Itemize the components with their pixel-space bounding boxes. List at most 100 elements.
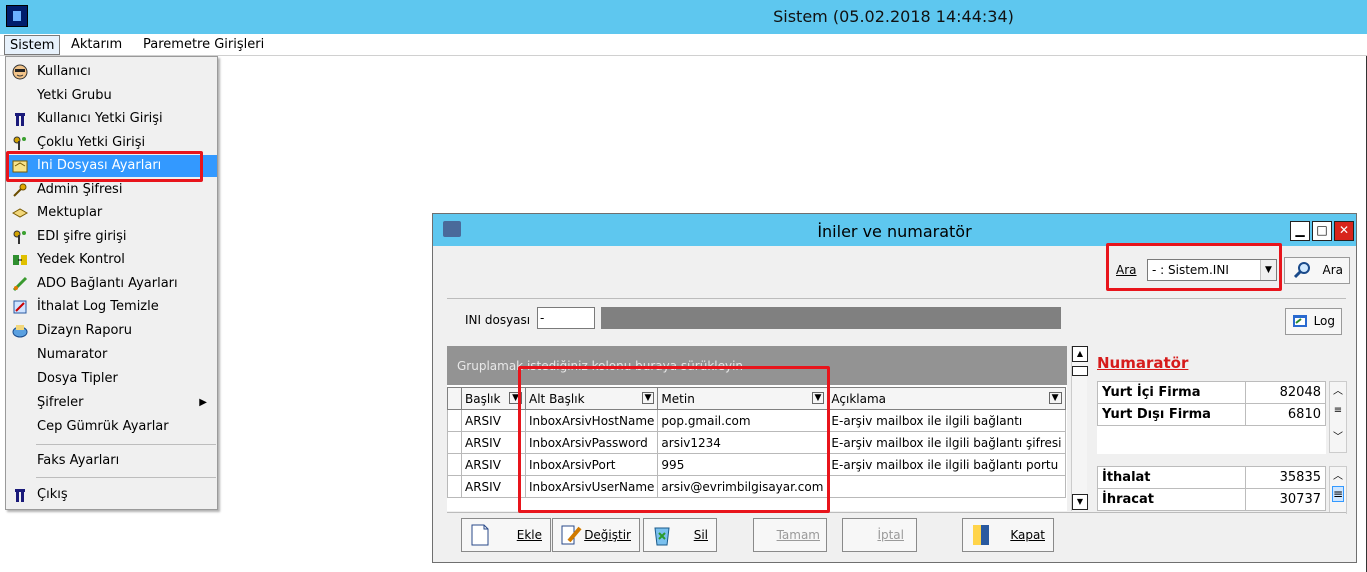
column-header-baslik[interactable]: Başlık ▼ <box>461 387 526 410</box>
filter-dropdown-icon[interactable]: ▼ <box>1048 391 1062 404</box>
numarator-label: Yurt İçi Firma <box>1097 381 1246 404</box>
group-by-panel[interactable]: Gruplamak istediğiniz kolonu buraya sürü… <box>447 346 1067 385</box>
cell-baslik[interactable]: ARSIV <box>461 431 526 454</box>
menu-item-dizayn-raporu[interactable]: Dizayn Raporu <box>7 320 217 342</box>
cell-baslik[interactable]: ARSIV <box>461 475 526 498</box>
menu-item-ado-baglanti-ayarlari[interactable]: ADO Bağlantı Ayarları <box>7 273 217 295</box>
row-indicator <box>447 475 462 498</box>
table-row[interactable]: Yurt İçi Firma 82048 <box>1097 381 1326 404</box>
cell-aciklama[interactable]: E-arşiv mailbox ile ilgili bağlantı şifr… <box>827 431 1066 454</box>
degistir-button[interactable]: Değiştir <box>552 518 640 552</box>
scroll-up-icon[interactable]: ▲ <box>1072 346 1088 362</box>
envelope-icon <box>11 205 29 221</box>
kapat-button[interactable]: Kapat <box>962 518 1054 552</box>
report-icon <box>12 323 28 339</box>
cell-alt-baslik[interactable]: InboxArsivUserName <box>524 475 659 498</box>
column-header-alt-baslik[interactable]: Alt Başlık ▼ <box>524 387 659 410</box>
ini-select-combo[interactable]: - : Sistem.INI ▼ <box>1147 259 1277 281</box>
cell-aciklama[interactable]: E-arşiv mailbox ile ilgili bağlantı port… <box>827 453 1066 476</box>
menu-item-edi-sifre-girisi[interactable]: EDI şifre girişi <box>7 226 217 248</box>
keys-icon <box>12 135 28 151</box>
log-button[interactable]: Log <box>1285 308 1342 335</box>
menu-item-cikis[interactable]: Çıkış <box>7 484 217 506</box>
cell-metin[interactable]: arsiv1234 <box>657 431 829 454</box>
sistem-dropdown-menu: Kullanıcı Yetki Grubu Kullanıcı Yetki Gi… <box>5 56 218 510</box>
menu-item-kullanici[interactable]: Kullanıcı <box>7 61 217 83</box>
menu-item-cep-gumruk-ayarlar[interactable]: Cep Gümrük Ayarlar <box>7 416 217 438</box>
table-row[interactable]: ARSIV InboxArsivHostName pop.gmail.com E… <box>447 409 1066 432</box>
chevron-up-icon[interactable]: ︿ <box>1330 467 1346 482</box>
child-titlebar: İniler ve numaratör ▁ □ ✕ <box>433 214 1356 246</box>
menu-sistem[interactable]: Sistem <box>4 35 61 55</box>
cell-aciklama[interactable]: E-arşiv mailbox ile ilgili bağlantı <box>827 409 1066 432</box>
menu-item-faks-ayarlari[interactable]: Faks Ayarları <box>7 450 217 472</box>
ini-panel: INI dosyası - Log <box>447 298 1346 344</box>
iniler-numarator-window: İniler ve numaratör ▁ □ ✕ Ara - : Sistem… <box>432 213 1357 563</box>
column-header-aciklama[interactable]: Açıklama ▼ <box>827 387 1066 410</box>
chevron-up-icon[interactable]: ︿ <box>1330 382 1346 397</box>
menu-item-sifreler[interactable]: Şifreler ▶ <box>7 392 217 414</box>
table-row[interactable]: ARSIV InboxArsivPort 995 E-arşiv mailbox… <box>447 453 1066 476</box>
minimize-button[interactable]: ▁ <box>1290 221 1310 241</box>
menu-item-coklu-yetki-girisi[interactable]: Çoklu Yetki Girişi <box>7 132 217 154</box>
menu-item-mektuplar[interactable]: Mektuplar <box>7 202 217 224</box>
numarator-scrollbar[interactable]: ︿ ≡ ﹀ <box>1329 381 1347 453</box>
ara-button[interactable]: Ara <box>1284 257 1350 284</box>
grid-vertical-scrollbar[interactable]: ▲ ▼ <box>1071 346 1088 511</box>
menu-item-dosya-tipler[interactable]: Dosya Tipler <box>7 368 217 390</box>
sil-button[interactable]: Sil <box>643 518 717 552</box>
menu-item-admin-sifresi[interactable]: Admin Şifresi <box>7 179 217 201</box>
tamam-button[interactable]: Tamam <box>753 518 827 552</box>
scroll-down-icon[interactable]: ▼ <box>1072 494 1088 510</box>
scroll-grip-icon[interactable]: ≡ <box>1332 486 1344 502</box>
menu-item-numarator[interactable]: Numarator <box>7 344 217 366</box>
scroll-thumb[interactable] <box>1072 366 1088 376</box>
ekle-button[interactable]: Ekle <box>461 518 551 552</box>
scroll-grip-icon[interactable]: ≡ <box>1330 405 1346 416</box>
iptal-button[interactable]: İptal <box>842 518 917 552</box>
numarator-value[interactable]: 6810 <box>1245 403 1326 426</box>
cleanup-icon <box>12 299 28 315</box>
cell-alt-baslik[interactable]: InboxArsivHostName <box>524 409 659 432</box>
cell-aciklama[interactable] <box>827 475 1066 498</box>
ini-table: Başlık ▼ Alt Başlık ▼ Metin ▼ Açıklama ▼… <box>447 387 1066 498</box>
table-row[interactable]: İthalat 35835 <box>1097 466 1326 489</box>
user-key-icon <box>12 111 28 127</box>
table-row[interactable]: İhracat 30737 <box>1097 488 1326 511</box>
close-button[interactable]: ✕ <box>1334 221 1354 241</box>
cell-metin[interactable]: 995 <box>657 453 829 476</box>
menu-item-yedek-kontrol[interactable]: Yedek Kontrol <box>7 249 217 271</box>
filter-dropdown-icon[interactable]: ▼ <box>509 391 522 404</box>
maximize-button[interactable]: □ <box>1312 221 1332 241</box>
chevron-down-icon[interactable]: ▼ <box>1260 260 1276 280</box>
table-row[interactable]: Yurt Dışı Firma 6810 <box>1097 403 1326 426</box>
menu-paremetre-girisleri[interactable]: Paremetre Girişleri <box>138 35 269 55</box>
table-row[interactable]: ARSIV InboxArsivUserName arsiv@evrimbilg… <box>447 475 1066 498</box>
numarator-panel: Numaratör Yurt İçi Firma 82048 Yurt Dışı… <box>1097 354 1347 514</box>
menu-item-yetki-grubu[interactable]: Yetki Grubu <box>7 85 217 107</box>
main-titlebar: Sistem (05.02.2018 14:44:34) <box>0 0 1367 34</box>
cell-alt-baslik[interactable]: InboxArsivPort <box>524 453 659 476</box>
menu-item-ithalat-log-temizle[interactable]: İthalat Log Temizle <box>7 296 217 318</box>
table-row[interactable]: ARSIV InboxArsivPassword arsiv1234 E-arş… <box>447 431 1066 454</box>
cell-metin[interactable]: arsiv@evrimbilgisayar.com <box>657 475 829 498</box>
numarator-scrollbar-bottom[interactable]: ︿ ≡ <box>1329 466 1347 514</box>
filter-dropdown-icon[interactable]: ▼ <box>811 391 825 404</box>
ini-dosyasi-input[interactable]: - <box>537 307 595 329</box>
main-window: Sistem (05.02.2018 14:44:34) Sistem Akta… <box>0 0 1367 572</box>
numarator-value[interactable]: 30737 <box>1245 488 1326 511</box>
exit-icon <box>12 487 28 503</box>
cell-baslik[interactable]: ARSIV <box>461 453 526 476</box>
column-header-metin[interactable]: Metin ▼ <box>657 387 829 410</box>
menu-aktarim[interactable]: Aktarım <box>66 35 127 55</box>
menu-item-kullanici-yetki-girisi[interactable]: Kullanıcı Yetki Girişi <box>7 108 217 130</box>
chevron-down-icon[interactable]: ﹀ <box>1330 428 1346 443</box>
exit-door-icon <box>969 523 993 547</box>
numarator-value[interactable]: 35835 <box>1245 466 1326 489</box>
cell-metin[interactable]: pop.gmail.com <box>657 409 829 432</box>
filter-dropdown-icon[interactable]: ▼ <box>641 391 655 404</box>
menu-item-ini-dosyasi-ayarlari[interactable]: Ini Dosyası Ayarları <box>7 155 217 177</box>
numarator-value[interactable]: 82048 <box>1245 381 1326 404</box>
cell-alt-baslik[interactable]: InboxArsivPassword <box>524 431 659 454</box>
cell-baslik[interactable]: ARSIV <box>461 409 526 432</box>
